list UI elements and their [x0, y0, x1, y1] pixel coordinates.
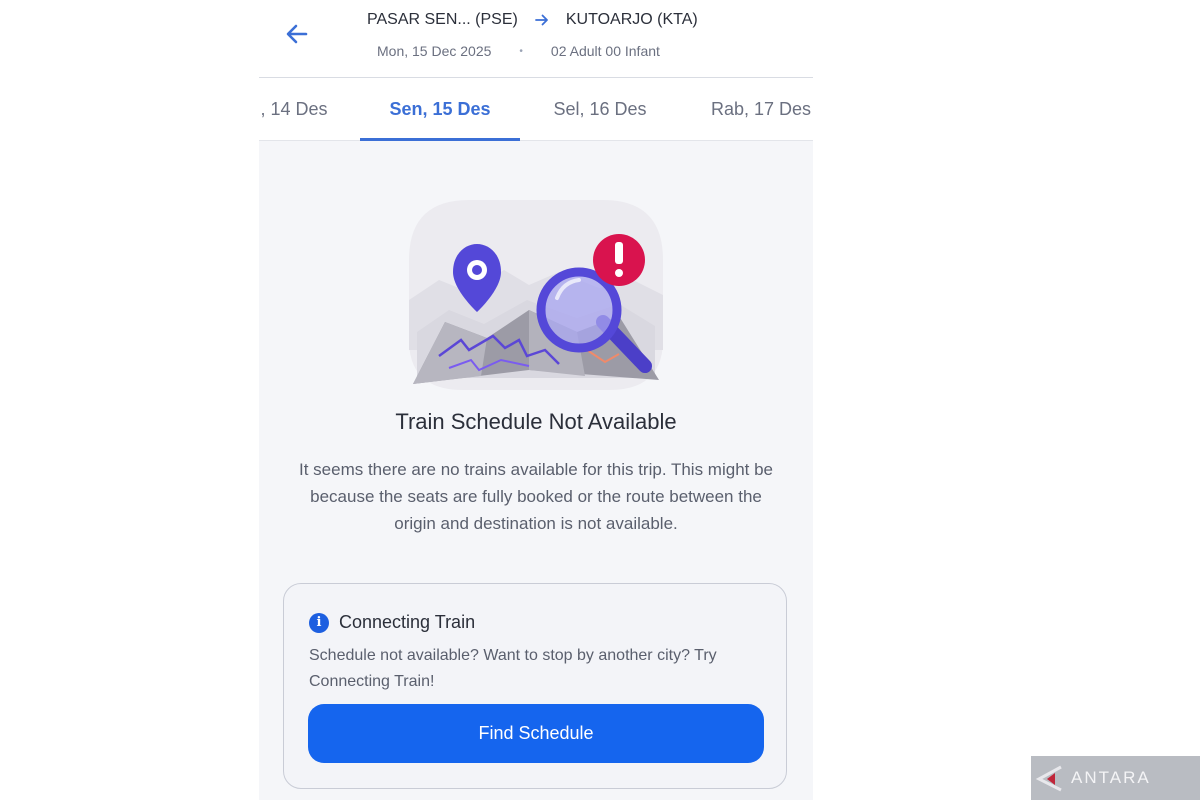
origin-station: PASAR SEN... (PSE): [367, 11, 518, 28]
no-schedule-illustration: [409, 200, 663, 390]
route-line: PASAR SEN... (PSE) KUTOARJO (KTA): [367, 9, 698, 31]
tab-date-16[interactable]: Sel, 16 Des: [535, 78, 665, 140]
tab-date-15[interactable]: Sen, 15 Des: [360, 78, 520, 141]
watermark-text: ANTARA: [1071, 768, 1151, 787]
tab-date-14[interactable]: , 14 Des: [259, 78, 337, 140]
back-button[interactable]: [281, 18, 313, 50]
empty-state-title: Train Schedule Not Available: [395, 409, 677, 434]
connecting-train-text: Schedule not available? Want to stop by …: [309, 647, 717, 690]
passenger-count: 02 Adult 00 Infant: [550, 43, 660, 59]
app-screen: PASAR SEN... (PSE) KUTOARJO (KTA) Mon, 1…: [259, 0, 813, 800]
tab-date-17[interactable]: Rab, 17 Des: [699, 78, 813, 140]
trip-header: PASAR SEN... (PSE) KUTOARJO (KTA) Mon, 1…: [259, 0, 813, 78]
connecting-train-title: Connecting Train: [339, 612, 476, 632]
travel-date: Mon, 15 Dec 2025: [377, 43, 492, 59]
back-arrow-icon: [286, 24, 308, 44]
empty-state-description: It seems there are no trains available f…: [298, 460, 774, 533]
connecting-train-header: i Connecting Train: [309, 612, 475, 633]
separator-dot: •: [519, 45, 523, 57]
connecting-train-card: i Connecting Train Schedule not availabl…: [283, 583, 787, 789]
info-icon: i: [309, 612, 329, 633]
route-arrow-icon: [534, 13, 550, 27]
antara-watermark: ANTARA: [1031, 756, 1200, 800]
find-schedule-button[interactable]: Find Schedule: [308, 704, 764, 763]
trip-details: Mon, 15 Dec 2025 • 02 Adult 00 Infant: [377, 41, 660, 61]
date-tabs: , 14 Des Sen, 15 Des Sel, 16 Des Rab, 17…: [259, 78, 813, 141]
exclamation-icon: [593, 234, 645, 286]
antara-logo-icon: [1035, 765, 1062, 792]
destination-station: KUTOARJO (KTA): [565, 11, 698, 28]
